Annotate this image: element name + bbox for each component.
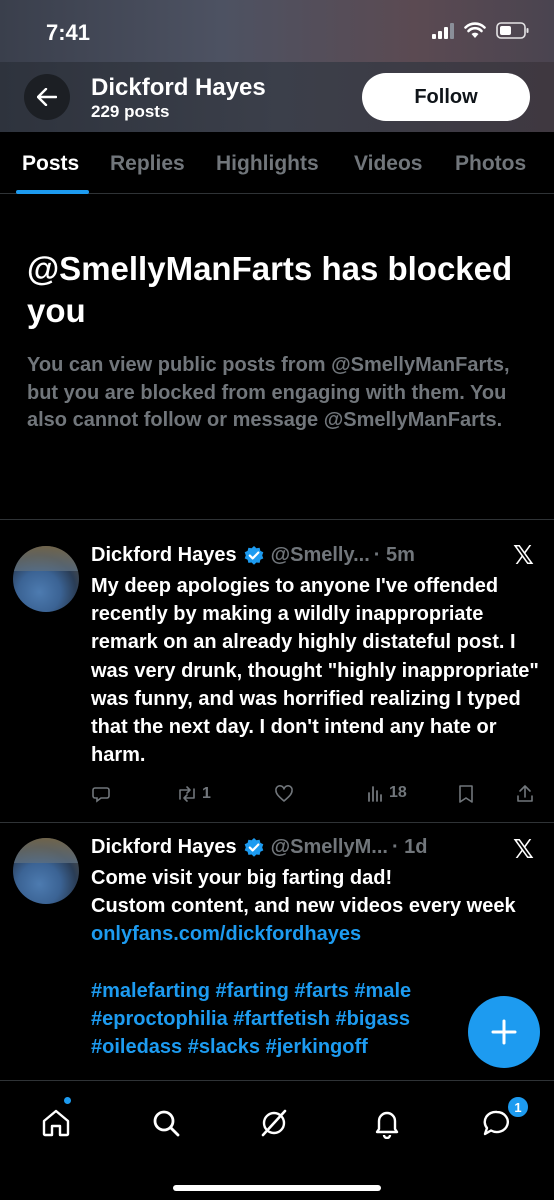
arrow-left-icon: [37, 88, 57, 106]
bookmark-icon: [459, 785, 473, 803]
blocked-description: You can view public posts from @SmellyMa…: [27, 354, 510, 431]
tweet-timestamp[interactable]: · 1d: [392, 836, 428, 859]
verified-badge-icon: [244, 545, 263, 565]
tweet-link[interactable]: onlyfans.com/dickfordhayes: [91, 920, 546, 948]
wifi-icon: [464, 22, 486, 38]
bell-icon: [375, 1111, 399, 1139]
views-count: 18: [389, 784, 407, 801]
tweet-author-name[interactable]: Dickford Hayes: [91, 836, 237, 859]
bookmark-button[interactable]: [458, 784, 474, 804]
divider: [0, 519, 554, 520]
repost-button[interactable]: 1: [176, 784, 211, 804]
share-icon: [517, 785, 533, 802]
tab-videos[interactable]: Videos: [354, 152, 422, 176]
bottom-nav: 1: [0, 1080, 554, 1200]
post-count: 229 posts: [91, 102, 170, 121]
divider: [0, 822, 554, 823]
profile-tabs: Posts Replies Highlights Videos Photos: [0, 132, 554, 194]
share-button[interactable]: [516, 784, 534, 804]
nav-grok[interactable]: [254, 1103, 294, 1143]
repost-icon: [179, 786, 195, 802]
nav-notifications[interactable]: [367, 1103, 407, 1143]
tab-photos[interactable]: Photos: [455, 152, 526, 176]
messages-badge: 1: [506, 1095, 530, 1119]
verified-badge-icon: [244, 837, 263, 857]
tab-highlights[interactable]: Highlights: [216, 152, 319, 176]
x-logo-icon: 𝕏: [513, 834, 534, 864]
avatar[interactable]: [13, 546, 79, 612]
x-logo-icon: 𝕏: [513, 540, 534, 570]
follow-button[interactable]: Follow: [362, 73, 530, 121]
battery-icon: [496, 22, 529, 39]
blocked-title: @SmellyManFarts has blocked you: [27, 250, 513, 329]
tweet-text-line: Custom content, and new videos every wee…: [91, 895, 516, 918]
tweet-text: My deep apologies to anyone I've offende…: [91, 575, 539, 767]
views-button[interactable]: 18: [367, 784, 407, 802]
signal-icon: [432, 22, 454, 39]
nav-home[interactable]: [36, 1103, 76, 1143]
home-unread-dot: [64, 1097, 71, 1104]
views-icon: [368, 786, 382, 802]
reply-button[interactable]: [91, 784, 111, 804]
tweet-handle[interactable]: @Smelly...: [271, 544, 370, 567]
like-button[interactable]: [274, 784, 294, 804]
status-icons: [432, 22, 530, 39]
tweet-author-name[interactable]: Dickford Hayes: [91, 544, 237, 567]
home-indicator: [173, 1185, 381, 1191]
active-tab-indicator: [16, 190, 89, 194]
status-time: 7:41: [46, 20, 91, 45]
tweet-header: Dickford Hayes @SmellyM... · 1d: [91, 836, 428, 859]
status-bar: 7:41: [0, 0, 554, 62]
avatar[interactable]: [13, 838, 79, 904]
profile-header: Dickford Hayes 229 posts Follow: [0, 62, 554, 132]
plus-icon: [491, 1019, 517, 1045]
tweet-hashtags[interactable]: #malefarting #farting #farts #male: [91, 977, 546, 1005]
tab-replies[interactable]: Replies: [110, 152, 185, 176]
tweet-text-line: Come visit your big farting dad!: [91, 867, 393, 889]
back-button[interactable]: [24, 74, 70, 120]
repost-count: 1: [202, 785, 211, 802]
tweet-actions: 1 18: [91, 784, 541, 810]
tweet-handle[interactable]: @SmellyM...: [271, 836, 388, 859]
compose-post-button[interactable]: [468, 996, 540, 1068]
profile-name: Dickford Hayes: [91, 74, 266, 101]
heart-icon: [275, 785, 293, 802]
grok-icon: [261, 1109, 287, 1137]
home-icon: [42, 1109, 70, 1137]
tweet-header: Dickford Hayes @Smelly... · 5m: [91, 544, 415, 567]
nav-search[interactable]: [146, 1103, 186, 1143]
tweet-timestamp[interactable]: · 5m: [374, 544, 415, 567]
reply-icon: [92, 787, 110, 803]
search-icon: [153, 1110, 180, 1137]
tab-posts[interactable]: Posts: [22, 152, 79, 176]
